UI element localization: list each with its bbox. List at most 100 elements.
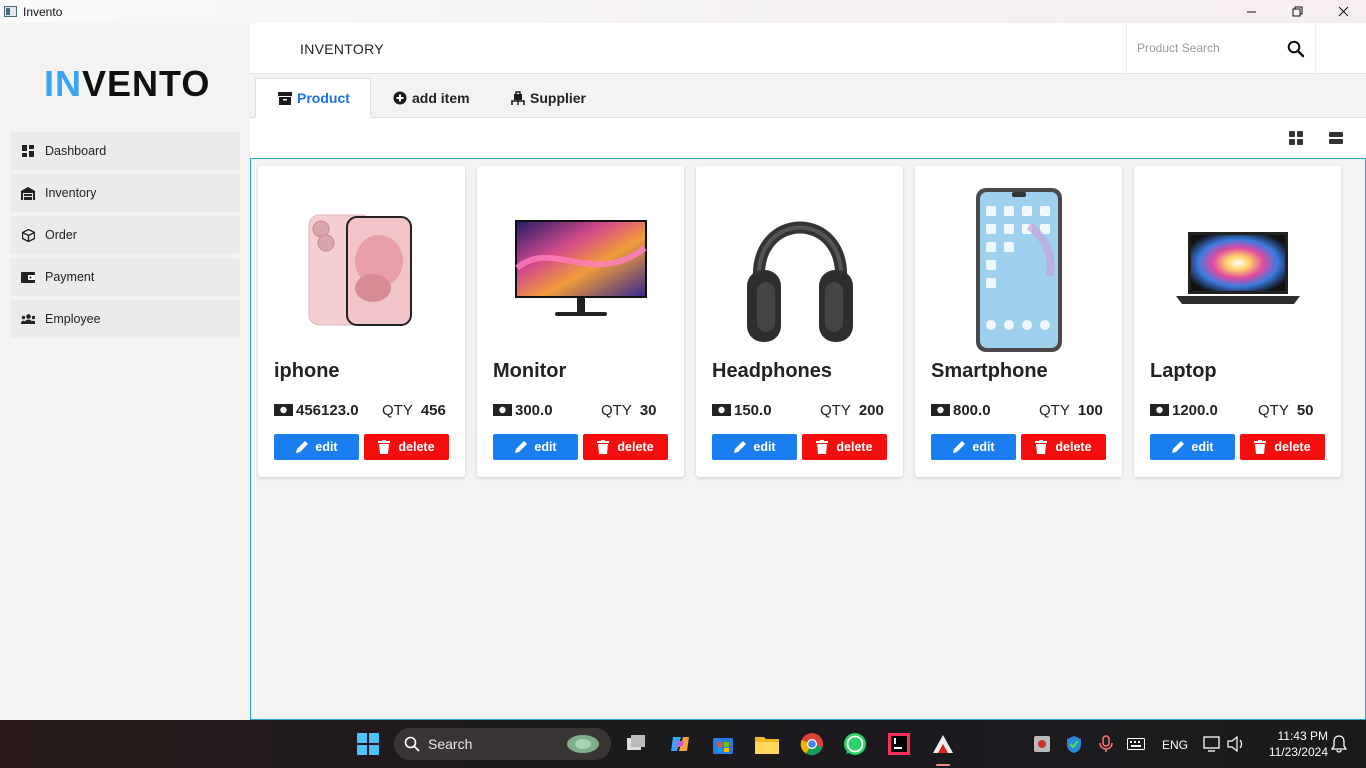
product-price: 150.0 bbox=[734, 401, 772, 419]
edit-button[interactable]: edit bbox=[712, 434, 797, 460]
chrome-icon[interactable] bbox=[800, 732, 824, 756]
tray-app-icon[interactable] bbox=[1030, 732, 1054, 756]
sidebar-item-employee[interactable]: Employee bbox=[10, 300, 240, 338]
sidebar-item-inventory[interactable]: Inventory bbox=[10, 174, 240, 212]
delete-button[interactable]: delete bbox=[1240, 434, 1325, 460]
tab-supplier[interactable]: Supplier bbox=[489, 78, 609, 118]
keyboard-icon[interactable] bbox=[1124, 732, 1148, 756]
delete-button[interactable]: delete bbox=[364, 434, 449, 460]
file-explorer-icon[interactable] bbox=[755, 732, 779, 756]
top-header: INVENTORY bbox=[250, 23, 1366, 74]
headphones-image bbox=[716, 184, 883, 356]
product-qty: 30 bbox=[639, 401, 657, 419]
cash-icon bbox=[274, 404, 293, 416]
product-grid: iphone 456123.0 QTY 456 edit delete Moni… bbox=[250, 158, 1366, 720]
price-row: 456123.0 QTY 456 bbox=[274, 401, 454, 419]
sidebar-item-label: Payment bbox=[45, 270, 95, 284]
cash-icon bbox=[493, 404, 512, 416]
task-view-icon[interactable] bbox=[624, 732, 648, 756]
sidebar-item-label: Dashboard bbox=[45, 144, 107, 158]
page-title: INVENTORY bbox=[300, 41, 384, 57]
product-card: iphone 456123.0 QTY 456 edit delete bbox=[258, 166, 465, 477]
grid-view-icon[interactable] bbox=[1289, 131, 1305, 147]
close-button[interactable] bbox=[1320, 0, 1366, 23]
tab-product[interactable]: Product bbox=[255, 78, 371, 118]
whatsapp-icon[interactable] bbox=[843, 732, 867, 756]
warehouse-icon bbox=[21, 186, 35, 200]
volume-icon[interactable] bbox=[1224, 732, 1248, 756]
window-title: Invento bbox=[23, 4, 63, 19]
tab-label: Product bbox=[297, 90, 350, 106]
microsoft-store-icon[interactable] bbox=[711, 732, 735, 756]
archive-icon bbox=[278, 91, 292, 105]
edit-button[interactable]: edit bbox=[493, 434, 578, 460]
qty-label: QTY bbox=[601, 401, 632, 419]
product-search bbox=[1126, 23, 1316, 73]
pencil-icon bbox=[733, 440, 747, 454]
app-logo: INVENTO bbox=[44, 63, 211, 104]
succulent-icon bbox=[567, 735, 599, 753]
pencil-icon bbox=[514, 440, 528, 454]
trash-icon bbox=[1254, 440, 1268, 454]
sidebar-item-label: Employee bbox=[45, 312, 101, 326]
sidebar-item-label: Order bbox=[45, 228, 77, 242]
minimize-icon bbox=[1246, 11, 1256, 13]
java-app-icon[interactable] bbox=[931, 732, 955, 756]
product-name: Smartphone bbox=[931, 360, 1048, 382]
product-name: Headphones bbox=[712, 360, 833, 382]
trash-icon bbox=[1035, 440, 1049, 454]
iphone-image bbox=[278, 184, 445, 356]
box-icon bbox=[21, 228, 35, 242]
sidebar: INVENTO Dashboard Inventory Order Paymen… bbox=[0, 23, 250, 720]
sidebar-item-dashboard[interactable]: Dashboard bbox=[10, 132, 240, 170]
close-icon bbox=[1338, 6, 1348, 17]
security-shield-icon[interactable] bbox=[1062, 732, 1086, 756]
product-card: Headphones 150.0 QTY 200 edit delete bbox=[696, 166, 903, 477]
microphone-icon[interactable] bbox=[1094, 732, 1118, 756]
edit-button[interactable]: edit bbox=[274, 434, 359, 460]
monitor-image bbox=[497, 184, 664, 356]
edit-button[interactable]: edit bbox=[1150, 434, 1235, 460]
copilot-icon[interactable] bbox=[668, 732, 692, 756]
intellij-icon[interactable] bbox=[887, 732, 911, 756]
view-toolbar bbox=[250, 118, 1366, 158]
search-icon bbox=[404, 736, 420, 752]
sidebar-item-order[interactable]: Order bbox=[10, 216, 240, 254]
taskbar-search-label: Search bbox=[428, 736, 473, 752]
price-row: 300.0 QTY 30 bbox=[493, 401, 673, 419]
search-icon[interactable] bbox=[1287, 40, 1305, 58]
delete-button[interactable]: delete bbox=[1021, 434, 1106, 460]
minimize-button[interactable] bbox=[1228, 0, 1274, 23]
product-price: 1200.0 bbox=[1172, 401, 1218, 419]
windows-start-icon[interactable] bbox=[356, 732, 380, 756]
restore-button[interactable] bbox=[1274, 0, 1320, 23]
delete-button[interactable]: delete bbox=[583, 434, 668, 460]
price-row: 800.0 QTY 100 bbox=[931, 401, 1111, 419]
sidebar-item-payment[interactable]: Payment bbox=[10, 258, 240, 296]
sidebar-nav: Dashboard Inventory Order Payment Employ… bbox=[10, 132, 240, 342]
network-icon[interactable] bbox=[1200, 732, 1224, 756]
taskbar-search[interactable]: Search bbox=[394, 728, 611, 760]
smartphone-image bbox=[935, 184, 1102, 356]
window-controls bbox=[1228, 0, 1366, 23]
tab-bar: Product add item Supplier bbox=[250, 74, 1366, 118]
tab-label: Supplier bbox=[530, 90, 587, 106]
active-app-indicator bbox=[936, 764, 950, 766]
product-qty: 456 bbox=[420, 401, 446, 419]
product-price: 300.0 bbox=[515, 401, 553, 419]
language-indicator[interactable]: ENG bbox=[1162, 738, 1188, 752]
list-view-icon[interactable] bbox=[1329, 131, 1345, 147]
price-row: 150.0 QTY 200 bbox=[712, 401, 892, 419]
edit-button[interactable]: edit bbox=[931, 434, 1016, 460]
product-name: iphone bbox=[274, 360, 340, 382]
search-input[interactable] bbox=[1137, 37, 1277, 59]
system-clock[interactable]: 11:43 PM 11/23/2024 bbox=[1258, 728, 1328, 760]
pencil-icon bbox=[1171, 440, 1185, 454]
product-name: Monitor bbox=[493, 360, 567, 382]
tab-add-item[interactable]: add item bbox=[371, 78, 489, 118]
delete-button[interactable]: delete bbox=[802, 434, 887, 460]
pencil-icon bbox=[952, 440, 966, 454]
qty-label: QTY bbox=[1258, 401, 1289, 419]
laptop-image bbox=[1154, 184, 1321, 356]
notification-bell-icon[interactable] bbox=[1327, 732, 1351, 756]
